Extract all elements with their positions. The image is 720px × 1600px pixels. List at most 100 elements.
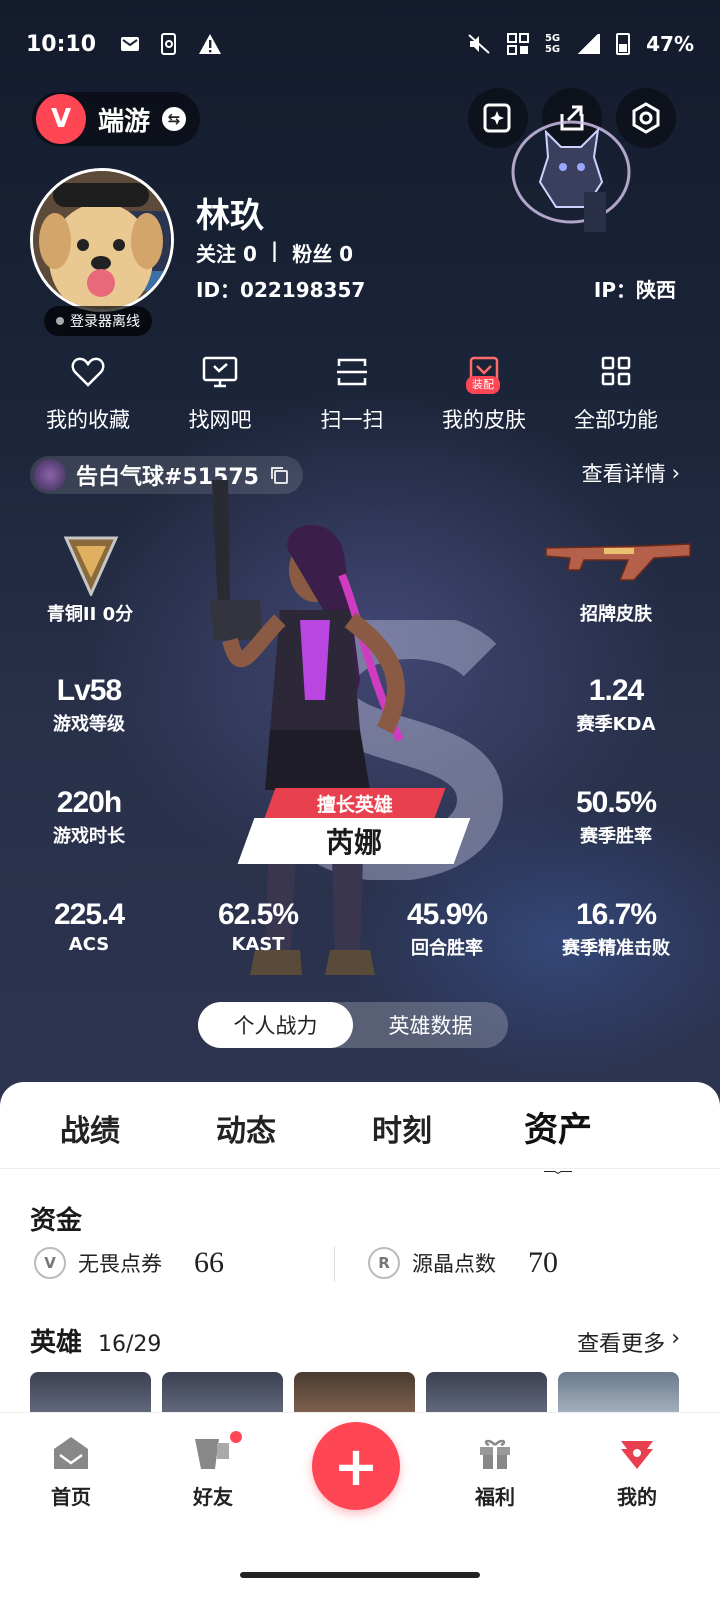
follow-separator: |	[270, 238, 279, 262]
tab-moments-feed[interactable]: 动态	[216, 1106, 276, 1150]
create-post-button[interactable]: +	[312, 1422, 400, 1510]
user-id: ID：022198357	[196, 278, 366, 302]
home-indicator[interactable]	[240, 1572, 480, 1578]
network-type: 5G 5G	[544, 33, 561, 55]
user-avatar[interactable]	[30, 168, 174, 312]
launcher-status-text: 登录器离线	[70, 314, 140, 330]
all-functions-action[interactable]: 全部功能	[546, 356, 686, 434]
tab-record[interactable]: 战绩	[60, 1106, 120, 1150]
best-agent-tag-text: 擅长英雄	[316, 793, 393, 816]
funds-divider	[334, 1246, 335, 1282]
signal-icon	[576, 34, 601, 54]
playtime-value: 220h	[56, 786, 122, 819]
radianite-points-label: 源晶点数	[412, 1252, 496, 1276]
notification-icons	[120, 33, 222, 55]
mute-icon	[468, 34, 490, 54]
round-winrate-label: 回合胜率	[411, 938, 483, 959]
nav-friends[interactable]: 好友	[168, 1431, 258, 1510]
best-agent-name[interactable]: 芮娜	[237, 818, 471, 864]
valorant-logo-icon: V	[36, 94, 86, 144]
round-winrate-stat: 45.9% 回合胜率	[372, 898, 522, 960]
signature-skin-gun-icon	[545, 543, 691, 581]
nav-home[interactable]: 首页	[26, 1435, 116, 1510]
scan-action[interactable]: 扫一扫	[282, 356, 422, 434]
precise-kill-stat: 16.7% 赛季精准击败	[541, 898, 691, 960]
notification-dot	[230, 1431, 242, 1443]
nfc-icon	[506, 33, 529, 55]
fans-count[interactable]: 粉丝 0	[292, 238, 353, 267]
season-winrate-value: 50.5%	[575, 786, 657, 819]
favorites-label: 我的收藏	[46, 408, 130, 432]
nav-me[interactable]: 我的	[592, 1435, 682, 1510]
profile-agent-icon	[621, 1441, 653, 1469]
valorant-points-value: 66	[194, 1246, 224, 1279]
kast-label: KAST	[231, 934, 285, 955]
game-name: 端游	[98, 106, 151, 137]
view-more-agents-link[interactable]: 查看更多 ›	[577, 1326, 680, 1358]
nav-friends-label: 好友	[193, 1485, 233, 1509]
following-count[interactable]: 关注 0	[196, 238, 257, 267]
view-details-link[interactable]: 查看详情 ›	[582, 458, 680, 488]
tab-highlights[interactable]: 时刻	[372, 1106, 432, 1150]
swap-icon: ⇆	[162, 107, 187, 131]
warning-icon	[199, 34, 222, 54]
round-winrate-value: 45.9%	[406, 898, 488, 931]
playtime-label: 游戏时长	[53, 826, 125, 847]
playtime-stat: 220h 游戏时长	[14, 786, 164, 848]
battery-icon	[616, 33, 631, 55]
signature-skin-label: 招牌皮肤	[580, 604, 652, 625]
radianite-points-value: 70	[528, 1246, 558, 1279]
gift-icon	[480, 1439, 510, 1469]
kast-value: 62.5%	[217, 898, 299, 931]
stats-segment-control: 个人战力 英雄数据	[198, 1002, 508, 1048]
grid-icon	[601, 356, 631, 386]
all-functions-label: 全部功能	[574, 408, 658, 432]
rank-label: 青铜II 0分	[46, 604, 134, 625]
view-more-label: 查看更多	[577, 1332, 666, 1357]
radianite-points-icon: R	[368, 1247, 400, 1279]
chevron-right-icon: ›	[671, 461, 680, 485]
acs-value: 225.4	[53, 898, 125, 931]
valorant-points[interactable]: V 无畏点券 66	[34, 1246, 224, 1280]
offline-dot-icon	[56, 317, 64, 325]
ip-location: IP：陕西	[593, 278, 676, 302]
kda-label: 赛季KDA	[576, 714, 656, 735]
username: 林玖	[196, 196, 264, 236]
valorant-points-label: 无畏点券	[78, 1252, 162, 1276]
best-agent-tag: 擅长英雄	[264, 788, 446, 818]
follow-stats: 关注 0 | 粉丝 0	[196, 238, 353, 267]
profile-tabs: 战绩 动态 时刻 资产	[0, 1102, 720, 1174]
status-time: 10:10	[26, 31, 97, 57]
home-icon	[54, 1437, 88, 1469]
agents-count: 16/29	[98, 1332, 162, 1357]
radianite-points[interactable]: R 源晶点数 70	[368, 1246, 558, 1280]
segment-personal-power[interactable]: 个人战力	[198, 1002, 353, 1048]
game-switcher[interactable]: V 端游 ⇆	[32, 92, 201, 146]
best-agent-name-text: 芮娜	[325, 826, 382, 859]
tab-assets[interactable]: 资产	[524, 1102, 592, 1151]
scan-icon	[337, 358, 367, 386]
my-skins-action[interactable]: 装配 我的皮肤	[414, 356, 554, 434]
favorites-action[interactable]: 我的收藏	[18, 356, 158, 434]
kda-value: 1.24	[588, 674, 644, 707]
chevron-right-icon: ›	[671, 1326, 680, 1351]
internet-cafe-label: 找网吧	[188, 408, 252, 432]
season-winrate-label: 赛季胜率	[580, 826, 652, 847]
mail-icon	[121, 37, 140, 51]
agents-title: 英雄	[30, 1328, 83, 1358]
heart-icon	[71, 357, 105, 387]
bronze-rank-icon	[63, 536, 119, 596]
precise-kill-value: 16.7%	[575, 898, 657, 931]
friends-icon	[195, 1439, 229, 1469]
level-value: Lv58	[56, 674, 122, 707]
segment-agent-data[interactable]: 英雄数据	[353, 1002, 508, 1048]
mascot-decoration	[511, 120, 631, 232]
view-details-label: 查看详情	[581, 462, 666, 486]
funds-title: 资金	[30, 1206, 83, 1236]
internet-cafe-action[interactable]: 找网吧	[150, 356, 290, 434]
nav-benefits-label: 福利	[475, 1485, 515, 1509]
tabs-divider	[0, 1168, 720, 1169]
acs-label: ACS	[68, 934, 110, 955]
nav-benefits[interactable]: 福利	[450, 1435, 540, 1510]
status-bar: 10:10 5G 5G 47%	[26, 28, 694, 60]
